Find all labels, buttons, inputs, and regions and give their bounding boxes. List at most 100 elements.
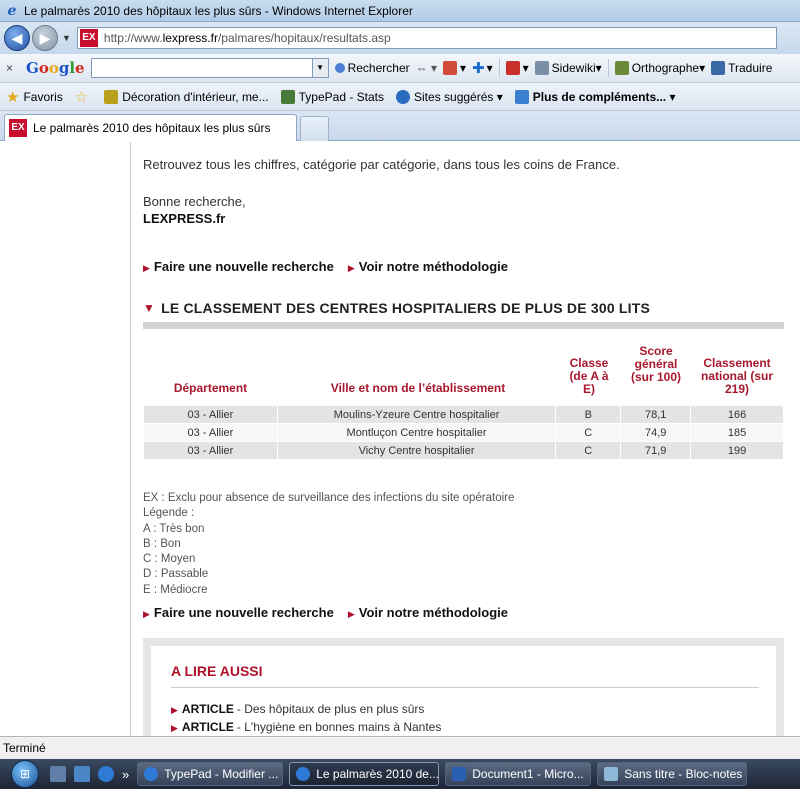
popup-blocker-icon[interactable]: ▾	[505, 61, 529, 75]
toolbar-divider	[498, 59, 500, 77]
taskbar-button-typepad[interactable]: TypePad - Modifier ...	[137, 762, 284, 786]
arrow-icon: ▶	[143, 608, 150, 619]
legend: EX : Exclu pour absence de surveillance …	[143, 491, 514, 598]
favorites-star-icon: ★	[6, 88, 20, 106]
greeting-text: Bonne recherche,	[143, 194, 246, 209]
table-row: 03 - Allier Montluçon Centre hospitalier…	[143, 423, 784, 442]
url-field[interactable]: EX http://www.lexpress.fr/palmares/hopit…	[76, 27, 777, 49]
legend-item: B : Bon	[143, 537, 181, 550]
taskbar-button-word[interactable]: Document1 - Micro...	[445, 762, 592, 786]
header-department: Département	[173, 381, 248, 395]
translate-button[interactable]: Traduire	[711, 61, 772, 75]
status-text: Terminé	[3, 741, 46, 755]
show-desktop-icon[interactable]	[50, 766, 66, 782]
internet-explorer-icon: e	[7, 2, 17, 19]
favorite-link-typepad[interactable]: TypePad - Stats	[280, 89, 384, 104]
spellcheck-button[interactable]: Orthographe ▾	[614, 61, 705, 75]
toolbar-options-icon[interactable]: ⇔ ▾	[416, 61, 437, 75]
cell-establishment: Moulins-Yzeure Centre hospitalier	[276, 405, 557, 424]
favorite-link-decoration[interactable]: Décoration d'intérieur, me...	[104, 89, 269, 104]
suggested-sites-button[interactable]: Sites suggérés ▾	[396, 89, 503, 104]
google-toolbar: × Google ▼ Rechercher ⇔ ▾ ▾ ✚ ▾ ▾ Sidewik…	[0, 54, 800, 83]
cell-department: 03 - Allier	[143, 441, 278, 460]
toolbar-divider	[607, 59, 609, 77]
taskbar-button-notepad[interactable]: Sans titre - Bloc-notes	[597, 762, 748, 786]
top-links: ▶ Faire une nouvelle recherche ▶ Voir notr…	[143, 259, 522, 274]
windows-logo-icon: ⊞	[11, 760, 39, 788]
favorites-button[interactable]: ★ Favoris	[6, 88, 63, 106]
read-also-divider	[171, 687, 759, 688]
cell-national-rank: 185	[690, 423, 784, 442]
legend-exclusion-note: EX : Exclu pour absence de surveillance …	[143, 492, 515, 504]
google-search-dropdown-icon[interactable]: ▼	[312, 58, 329, 78]
new-search-link[interactable]: ▶ Faire une nouvelle recherche	[143, 259, 334, 274]
cell-establishment: Montluçon Centre hospitalier	[276, 423, 557, 442]
cell-class: C	[555, 441, 622, 460]
read-also-title: A LIRE AUSSI	[171, 663, 263, 679]
ranking-table: 03 - Allier Moulins-Yzeure Centre hospit…	[143, 405, 784, 460]
cell-national-rank: 166	[690, 405, 784, 424]
status-bar: Terminé	[0, 736, 800, 759]
read-also-box: A LIRE AUSSI ▶ ARTICLE - Des hôpitaux de p…	[143, 638, 784, 736]
section-title: ▼ LE CLASSEMENT DES CENTRES HOSPITALIERS …	[143, 300, 651, 316]
start-button[interactable]: ⊞	[8, 759, 42, 789]
notepad-icon	[604, 767, 619, 781]
sidewiki-button[interactable]: Sidewiki ▾	[534, 61, 602, 75]
bottom-links: ▶ Faire une nouvelle recherche ▶ Voir notr…	[143, 605, 522, 620]
taskbar: ⊞ » TypePad - Modifier ... Le palmarès 2…	[0, 759, 800, 789]
tab-bar: EX Le palmarès 2010 des hôpitaux les plu…	[0, 111, 800, 141]
legend-item: A : Très bon	[143, 522, 205, 535]
new-search-link[interactable]: ▶ Faire une nouvelle recherche	[143, 605, 334, 620]
forward-button[interactable]: ▶	[32, 25, 58, 51]
internet-explorer-quicklaunch-icon[interactable]	[98, 766, 114, 782]
spellcheck-icon	[614, 61, 629, 75]
google-search-button[interactable]: Rechercher	[334, 61, 410, 75]
cell-class: C	[555, 423, 622, 442]
arrow-icon: ▶	[171, 723, 178, 733]
cell-department: 03 - Allier	[143, 405, 278, 424]
close-toolbar-icon[interactable]: ×	[6, 61, 18, 75]
cell-class: B	[555, 405, 622, 424]
article-link[interactable]: ▶ ARTICLE - L'hygiène en bonnes mains à Na…	[171, 720, 441, 734]
switch-windows-icon[interactable]	[74, 766, 90, 782]
methodology-link[interactable]: ▶ Voir notre méthodologie	[348, 259, 508, 274]
arrow-icon: ▶	[143, 262, 150, 273]
header-establishment: Ville et nom de l’établissement	[330, 381, 506, 395]
arrow-icon: ▶	[347, 608, 355, 619]
header-score: Score général (sur 100)	[630, 344, 682, 384]
more-addons-button[interactable]: Plus de compléments... ▾	[514, 89, 675, 104]
methodology-link[interactable]: ▶ Voir notre méthodologie	[348, 605, 508, 620]
header-class: Classe (de A à E)	[569, 356, 609, 396]
left-column-divider	[130, 142, 131, 736]
add-favorite-icon[interactable]: ☆	[75, 88, 92, 106]
table-row: 03 - Allier Moulins-Yzeure Centre hospit…	[143, 405, 784, 424]
read-also-inner: A LIRE AUSSI ▶ ARTICLE - Des hôpitaux de p…	[151, 646, 776, 736]
table-row: 03 - Allier Vichy Centre hospitalier C 7…	[143, 441, 784, 460]
section-divider	[143, 322, 784, 329]
url-text[interactable]: http://www.lexpress.fr/palmares/hopitaux…	[104, 31, 391, 45]
tab-title: Le palmarès 2010 des hôpitaux les plus s…	[33, 121, 271, 135]
search-icon	[334, 63, 345, 73]
legend-item: E : Médiocre	[143, 583, 208, 596]
arrow-icon: ▶	[171, 705, 178, 715]
sidewiki-icon	[534, 61, 549, 75]
legend-item: C : Moyen	[143, 553, 196, 566]
back-button[interactable]: ◀	[4, 25, 30, 51]
recent-pages-dropdown-icon[interactable]: ▼	[62, 33, 71, 43]
site-favicon-icon: EX	[79, 29, 98, 47]
page-content: Retrouvez tous les chiffres, catégorie p…	[0, 142, 800, 736]
google-search-input[interactable]	[90, 58, 313, 78]
internet-explorer-icon	[296, 767, 311, 781]
article-link[interactable]: ▶ ARTICLE - Des hôpitaux de plus en plus s…	[171, 702, 424, 716]
word-icon	[452, 767, 467, 781]
new-tab-button[interactable]	[300, 116, 329, 141]
brand-signature: LEXPRESS.fr	[143, 211, 226, 226]
bookmark-icon[interactable]: ▾	[442, 61, 466, 75]
tab-palmares[interactable]: EX Le palmarès 2010 des hôpitaux les plu…	[4, 114, 297, 141]
cell-department: 03 - Allier	[143, 423, 278, 442]
add-icon[interactable]: ✚ ▾	[472, 59, 493, 77]
window-title: Le palmarès 2010 des hôpitaux les plus s…	[24, 3, 413, 18]
taskbar-button-palmares[interactable]: Le palmarès 2010 de...	[289, 762, 440, 786]
quicklaunch-overflow-icon[interactable]: »	[122, 767, 129, 782]
cell-score: 78,1	[620, 405, 692, 424]
